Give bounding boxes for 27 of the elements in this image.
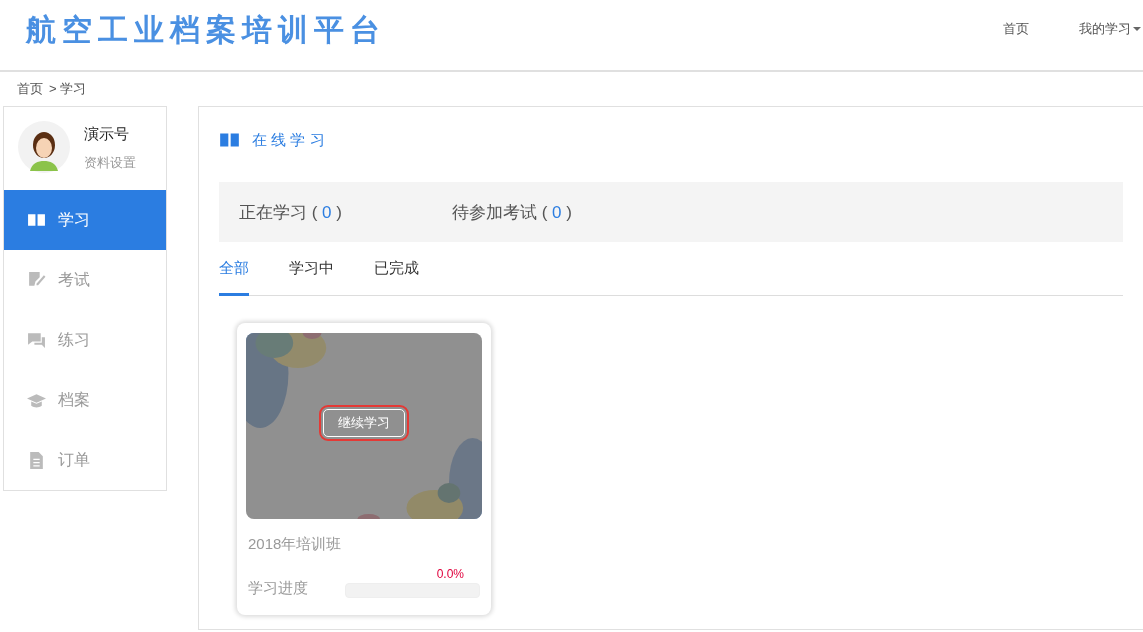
- progress-label: 学习进度: [248, 579, 308, 598]
- sidebar-item[interactable]: 考试: [4, 250, 166, 310]
- nav-link[interactable]: 首页: [1003, 20, 1029, 38]
- tab[interactable]: 全部: [219, 242, 249, 296]
- graduation-cap-icon: [27, 391, 46, 409]
- chat-icon: [27, 331, 46, 349]
- sidebar-item[interactable]: 订单: [4, 430, 166, 490]
- book-icon: [27, 211, 46, 229]
- user-name: 演示号: [84, 125, 130, 144]
- stat-label: 正在学习 ( 0 ): [239, 201, 342, 224]
- section-title: 在 线 学 习: [252, 130, 325, 150]
- tab[interactable]: 已完成: [374, 242, 419, 296]
- breadcrumb-item: > 学习: [49, 80, 87, 98]
- site-logo: 航空工业档案培训平台: [26, 10, 386, 49]
- sidebar-item[interactable]: 学习: [4, 190, 166, 250]
- nav-link[interactable]: 我的学习: [1079, 20, 1141, 38]
- progress-percent: 0.0%: [436, 567, 464, 581]
- document-icon: [27, 451, 46, 469]
- breadcrumb-link[interactable]: 首页: [17, 80, 43, 98]
- settings-link[interactable]: 资料设置: [84, 154, 136, 172]
- sidebar-item[interactable]: 练习: [4, 310, 166, 370]
- course-title: 2018年培训班: [247, 534, 343, 554]
- tab[interactable]: 学习中: [289, 242, 334, 296]
- avatar: [18, 121, 70, 173]
- sidebar-item[interactable]: 档案: [4, 370, 166, 430]
- stat-label: 待参加考试 ( 0 ): [451, 201, 572, 224]
- pencil-note-icon: [27, 271, 46, 289]
